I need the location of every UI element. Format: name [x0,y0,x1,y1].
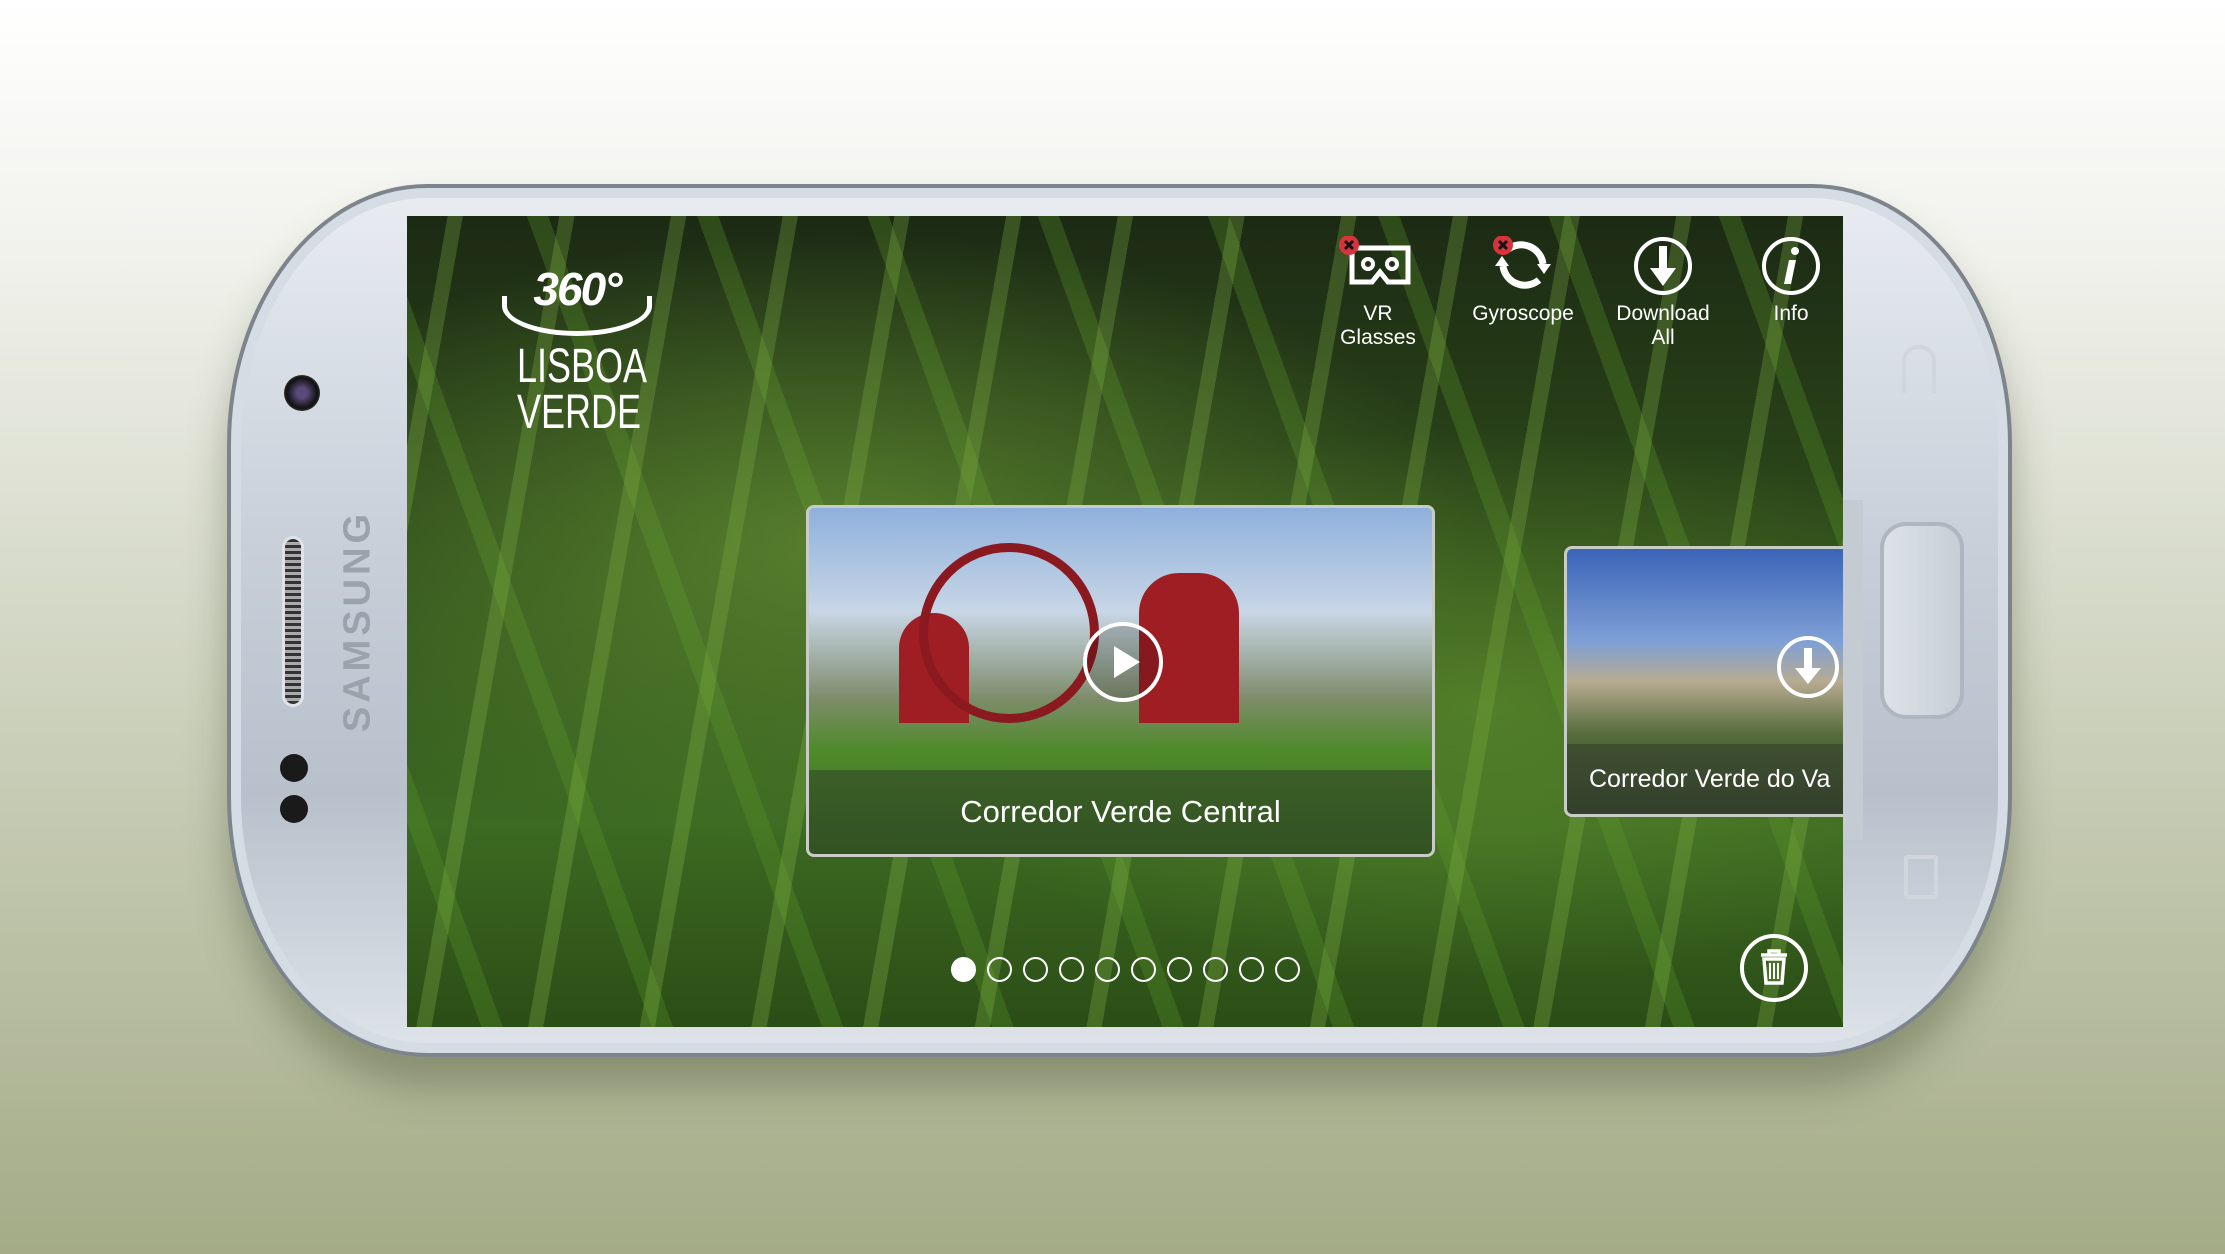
gyroscope-label: Gyroscope [1472,302,1574,325]
download-all-button[interactable]: Download All [1598,236,1728,350]
page-dot[interactable] [1023,957,1048,982]
info-label: Info [1773,302,1809,325]
sculpture-ring [919,543,1099,723]
brand-label: SAMSUNG [336,509,379,733]
screen-edge-mask [1843,500,1863,840]
page-dot[interactable] [1239,957,1264,982]
info-circle-icon [1762,237,1820,295]
card-title: Corredor Verde Central [809,770,1432,854]
sensor [280,795,308,823]
page-dot[interactable] [1131,957,1156,982]
page-dot[interactable] [987,957,1012,982]
vr-label-2: Glasses [1340,326,1416,349]
trash-icon[interactable] [1739,933,1809,1003]
recent-apps-icon[interactable] [1904,855,1938,899]
page-dot[interactable] [1167,957,1192,982]
page-indicator [951,957,1300,982]
home-button[interactable] [1880,522,1964,719]
download-icon[interactable] [1775,634,1841,700]
logo-line1: LISBOA [517,340,648,393]
download-circle-icon [1634,237,1692,295]
info-button[interactable]: Info [1726,236,1856,326]
card-title: Corredor Verde do Va [1567,744,1851,814]
play-icon[interactable] [1081,620,1165,704]
page-dot[interactable] [1059,957,1084,982]
download-label-2: All [1651,326,1675,349]
back-key-icon[interactable] [1902,345,1936,393]
page-dot[interactable] [1203,957,1228,982]
front-camera [284,375,320,411]
earpiece-speaker [282,536,304,707]
page-dot[interactable] [1275,957,1300,982]
vr-glasses-icon [1339,236,1411,285]
gyroscope-button[interactable]: Gyroscope [1458,236,1588,326]
download-label: Download [1616,302,1710,325]
vr-label: VR [1363,302,1393,325]
gyroscope-rotate-icon [1493,236,1551,289]
logo-line2: VERDE [517,386,642,439]
page-dot[interactable] [1095,957,1120,982]
vr-glasses-button[interactable]: VR Glasses [1313,236,1443,350]
tour-card-corredor-verde-do-vale[interactable]: Corredor Verde do Va [1564,546,1854,817]
page-dot[interactable] [951,957,976,982]
tour-card-corredor-verde-central[interactable]: Corredor Verde Central [806,505,1435,857]
sensor [280,754,308,782]
app-logo: 360° LISBOA VERDE [497,262,657,439]
